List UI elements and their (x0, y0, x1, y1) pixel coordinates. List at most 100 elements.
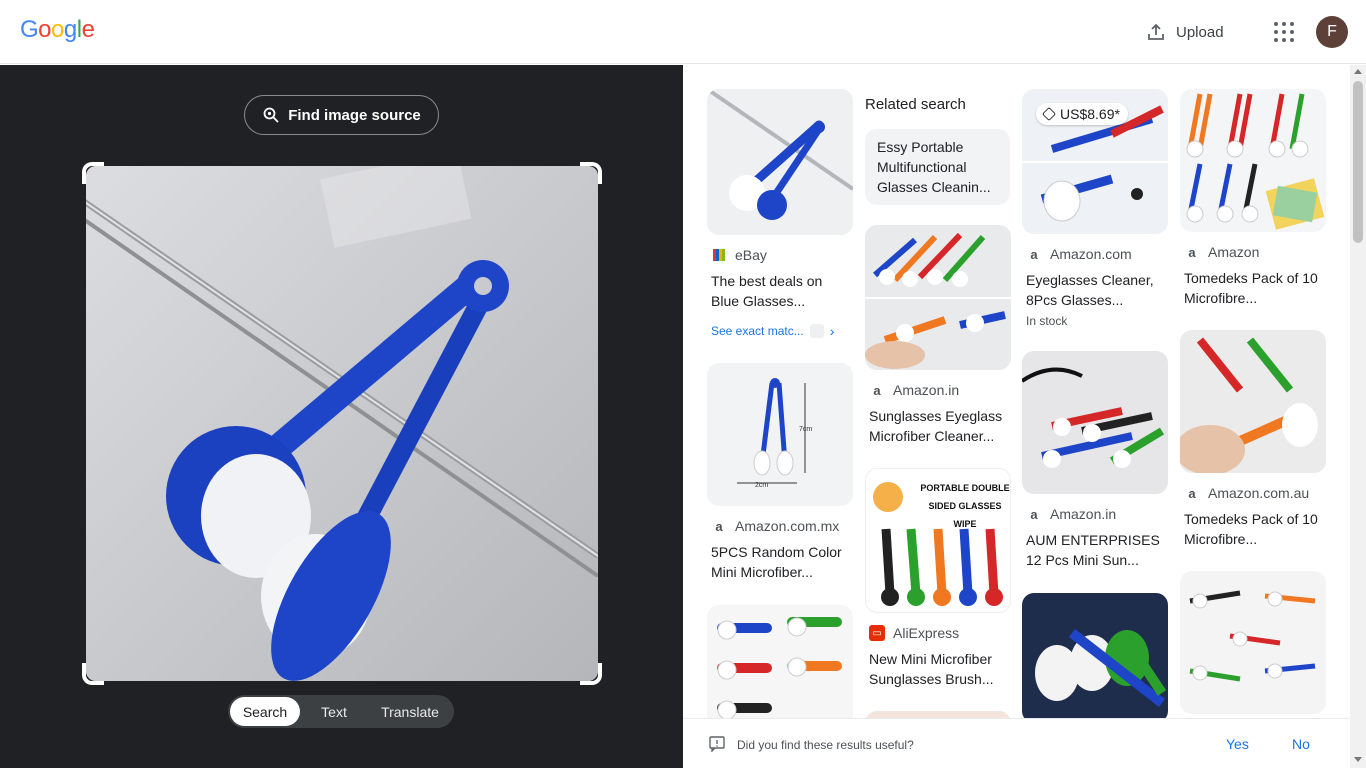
lens-search-icon (263, 107, 279, 123)
amazon-icon: a (1188, 244, 1196, 260)
result-title[interactable]: Sunglasses Eyeglass Microfiber Cleaner..… (865, 406, 1011, 446)
exact-match-thumb-icon (809, 324, 824, 338)
source-name: AliExpress (893, 625, 960, 641)
crop-handle-bottom-left[interactable] (82, 663, 104, 685)
related-search-chip[interactable]: Essy Portable Multifunctional Glasses Cl… (865, 129, 1010, 205)
price-tag: US$8.69* (1036, 103, 1128, 125)
result-thumbnail[interactable] (865, 225, 1011, 370)
result-card[interactable] (1180, 571, 1326, 714)
scroll-down-arrow-icon[interactable] (1354, 757, 1362, 762)
result-title[interactable]: The best deals on Blue Glasses... (707, 271, 853, 311)
tab-text[interactable]: Text (300, 697, 368, 726)
result-thumbnail[interactable] (1180, 89, 1326, 232)
amazon-icon: a (715, 518, 723, 534)
scroll-up-arrow-icon[interactable] (1354, 69, 1362, 74)
amazon-icon: a (1030, 246, 1038, 262)
scroll-thumb[interactable] (1353, 81, 1363, 243)
feedback-yes-button[interactable]: Yes (1226, 736, 1249, 752)
feedback-no-button[interactable]: No (1292, 736, 1310, 752)
result-card[interactable]: a Amazon.in AUM ENTERPRISES 12 Pcs Mini … (1022, 351, 1168, 570)
result-source: a Amazon.com.au (1180, 485, 1326, 501)
result-source: a Amazon (1180, 244, 1326, 260)
result-title[interactable]: Eyeglasses Cleaner, 8Pcs Glasses... (1022, 270, 1168, 310)
find-image-source-button[interactable]: Find image source (244, 95, 439, 135)
dim-width-label: 2cm (755, 482, 768, 489)
upload-icon (1148, 23, 1164, 40)
crop-handle-top-left[interactable] (82, 162, 104, 184)
dim-height-label: 7cm (799, 426, 812, 433)
upload-button[interactable]: Upload (1140, 16, 1230, 48)
crop-handle-bottom-right[interactable] (580, 663, 602, 685)
upload-label: Upload (1176, 23, 1224, 41)
source-name: Amazon (1208, 244, 1260, 260)
amazon-icon: a (1030, 506, 1038, 522)
result-source: ▭ AliExpress (865, 625, 1011, 641)
result-source: a Amazon.com (1022, 246, 1168, 262)
logo-letter: G (20, 16, 39, 43)
exact-match-label: See exact matc... (711, 324, 804, 338)
result-thumbnail[interactable]: PORTABLE DOUBLE SIDED GLASSES WIPE (865, 468, 1011, 613)
result-title[interactable]: AUM ENTERPRISES 12 Pcs Mini Sun... (1022, 530, 1168, 570)
result-thumbnail[interactable] (1180, 330, 1326, 473)
google-logo[interactable]: Google (20, 16, 95, 44)
result-thumbnail[interactable]: 7cm 2cm (707, 363, 853, 506)
source-name: eBay (735, 247, 767, 263)
result-source: eBay (707, 247, 853, 263)
crop-handle-top-right[interactable] (580, 162, 602, 184)
top-bar: Google Upload F (0, 0, 1366, 64)
result-title[interactable]: Tomedeks Pack of 10 Microfibre... (1180, 268, 1326, 308)
result-card[interactable]: a Amazon Tomedeks Pack of 10 Microfibre.… (1180, 89, 1326, 308)
account-avatar[interactable]: F (1316, 16, 1348, 48)
result-source: a Amazon.com.mx (707, 518, 853, 534)
source-name: Amazon.in (1050, 506, 1117, 522)
image-preview-panel: Find image source Search Text Translate (0, 65, 683, 768)
result-title[interactable]: New Mini Microfiber Sunglasses Brush... (865, 649, 1011, 689)
logo-letter: e (81, 16, 95, 43)
chevron-right-icon: › (829, 323, 835, 339)
feedback-question: Did you find these results useful? (737, 738, 914, 752)
result-card[interactable]: 7cm 2cm a Amazon.com.mx 5PCS Random Color… (707, 363, 853, 582)
result-card[interactable] (1022, 593, 1168, 723)
see-exact-matches-link[interactable]: See exact matc... › (707, 323, 853, 339)
mode-tabs: Search Text Translate (228, 695, 454, 728)
source-name: Amazon.in (893, 382, 960, 398)
apps-grid-icon[interactable] (1272, 20, 1296, 44)
source-name: Amazon.com.mx (735, 518, 840, 534)
aliexpress-icon: ▭ (869, 625, 885, 641)
tag-icon (1041, 106, 1057, 122)
results-scrollbar[interactable] (1350, 65, 1366, 768)
find-image-source-label: Find image source (288, 106, 421, 124)
feedback-bar: Did you find these results useful? Yes N… (683, 718, 1350, 768)
result-card[interactable]: PORTABLE DOUBLE SIDED GLASSES WIPE ▭ AliE… (865, 468, 1011, 689)
tab-translate[interactable]: Translate (368, 697, 452, 726)
result-title[interactable]: Tomedeks Pack of 10 Microfibre... (1180, 509, 1326, 549)
results-panel: eBay The best deals on Blue Glasses... S… (683, 65, 1366, 768)
result-source: a Amazon.in (865, 382, 1011, 398)
result-thumbnail[interactable] (1022, 351, 1168, 494)
result-thumbnail[interactable] (707, 89, 853, 235)
result-card[interactable]: a Amazon.in Sunglasses Eyeglass Microfib… (865, 225, 1011, 446)
logo-letter: g (63, 16, 77, 43)
result-title[interactable]: 5PCS Random Color Mini Microfiber... (707, 542, 853, 582)
result-card[interactable]: US$8.69* a Amazon.com Eyeglasses Cleaner… (1022, 89, 1168, 328)
source-name: Amazon.com (1050, 246, 1132, 262)
result-thumbnail[interactable] (1022, 593, 1168, 723)
result-card[interactable]: eBay The best deals on Blue Glasses... S… (707, 89, 853, 339)
tab-search[interactable]: Search (230, 697, 300, 726)
result-source: a Amazon.in (1022, 506, 1168, 522)
amazon-icon: a (1188, 485, 1196, 501)
ebay-icon (711, 247, 727, 263)
result-thumbnail[interactable]: US$8.69* (1022, 89, 1168, 234)
price-label: US$8.69* (1060, 106, 1120, 122)
feedback-icon (709, 736, 725, 752)
stock-status: In stock (1026, 314, 1068, 328)
query-image (86, 166, 598, 681)
logo-letter: o (38, 16, 52, 43)
related-search-heading: Related search (865, 96, 966, 113)
result-card[interactable]: a Amazon.com.au Tomedeks Pack of 10 Micr… (1180, 330, 1326, 549)
amazon-icon: a (873, 382, 881, 398)
source-name: Amazon.com.au (1208, 485, 1310, 501)
crop-region[interactable] (82, 162, 602, 685)
result-thumbnail[interactable] (1180, 571, 1326, 714)
logo-letter: o (51, 16, 64, 43)
